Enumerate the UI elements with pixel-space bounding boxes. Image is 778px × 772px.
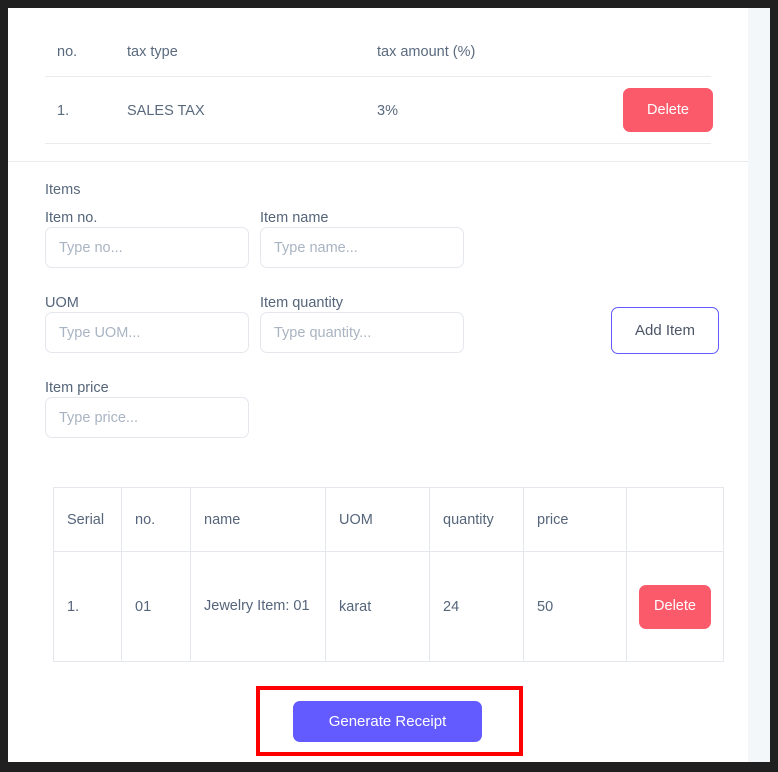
items-form: Items Item no. Item name UOM Item quanti… (8, 162, 748, 462)
items-cell-quantity: 24 (429, 551, 524, 662)
item-quantity-input[interactable] (260, 312, 464, 353)
tax-col-header-no: no. (57, 44, 78, 60)
item-price-label: Item price (45, 380, 109, 396)
items-col-header-name: name (190, 487, 326, 552)
item-name-label: Item name (260, 210, 329, 226)
tax-cell-type: SALES TAX (127, 103, 205, 119)
receipt-form-card: no. tax type tax amount (%) 1. SALES TAX… (8, 8, 748, 762)
tax-cell-amount: 3% (377, 103, 398, 119)
item-no-input[interactable] (45, 227, 249, 268)
items-cell-action: Delete (626, 551, 724, 662)
items-cell-no: 01 (121, 551, 191, 662)
delete-item-button[interactable]: Delete (639, 584, 711, 629)
items-cell-uom: karat (325, 551, 430, 662)
items-cell-price: 50 (523, 551, 627, 662)
generate-receipt-button[interactable]: Generate Receipt (293, 701, 482, 742)
tax-table-row: 1. SALES TAX 3% Delete (45, 76, 713, 144)
item-price-input[interactable] (45, 397, 249, 438)
tax-cell-no: 1. (57, 103, 70, 119)
tax-table-header-row: no. tax type tax amount (%) (45, 34, 711, 68)
add-item-button[interactable]: Add Item (611, 307, 719, 354)
items-cell-name: Jewelry Item: 01 (190, 551, 326, 662)
items-col-header-serial: Serial (53, 487, 122, 552)
item-no-label: Item no. (45, 210, 98, 226)
items-table-header-row: Serial no. name UOM quantity price (53, 487, 724, 552)
items-table-row: 1. 01 Jewelry Item: 01 karat 24 50 Delet… (53, 551, 724, 662)
items-col-header-no: no. (121, 487, 191, 552)
items-col-header-uom: UOM (325, 487, 430, 552)
uom-label: UOM (45, 295, 79, 311)
items-col-header-action (626, 487, 724, 552)
items-table: Serial no. name UOM quantity price 1. 01… (53, 487, 724, 662)
items-col-header-price: price (523, 487, 627, 552)
items-heading: Items (45, 182, 81, 198)
items-col-header-quantity: quantity (429, 487, 524, 552)
tax-col-header-type: tax type (127, 44, 178, 60)
tax-col-header-amount: tax amount (%) (377, 44, 476, 60)
uom-input[interactable] (45, 312, 249, 353)
delete-tax-button[interactable]: Delete (623, 88, 713, 132)
tax-table: no. tax type tax amount (%) 1. SALES TAX… (8, 8, 748, 153)
screenshot-frame: no. tax type tax amount (%) 1. SALES TAX… (0, 0, 778, 772)
item-name-input[interactable] (260, 227, 464, 268)
item-quantity-label: Item quantity (260, 295, 344, 311)
items-cell-serial: 1. (53, 551, 122, 662)
